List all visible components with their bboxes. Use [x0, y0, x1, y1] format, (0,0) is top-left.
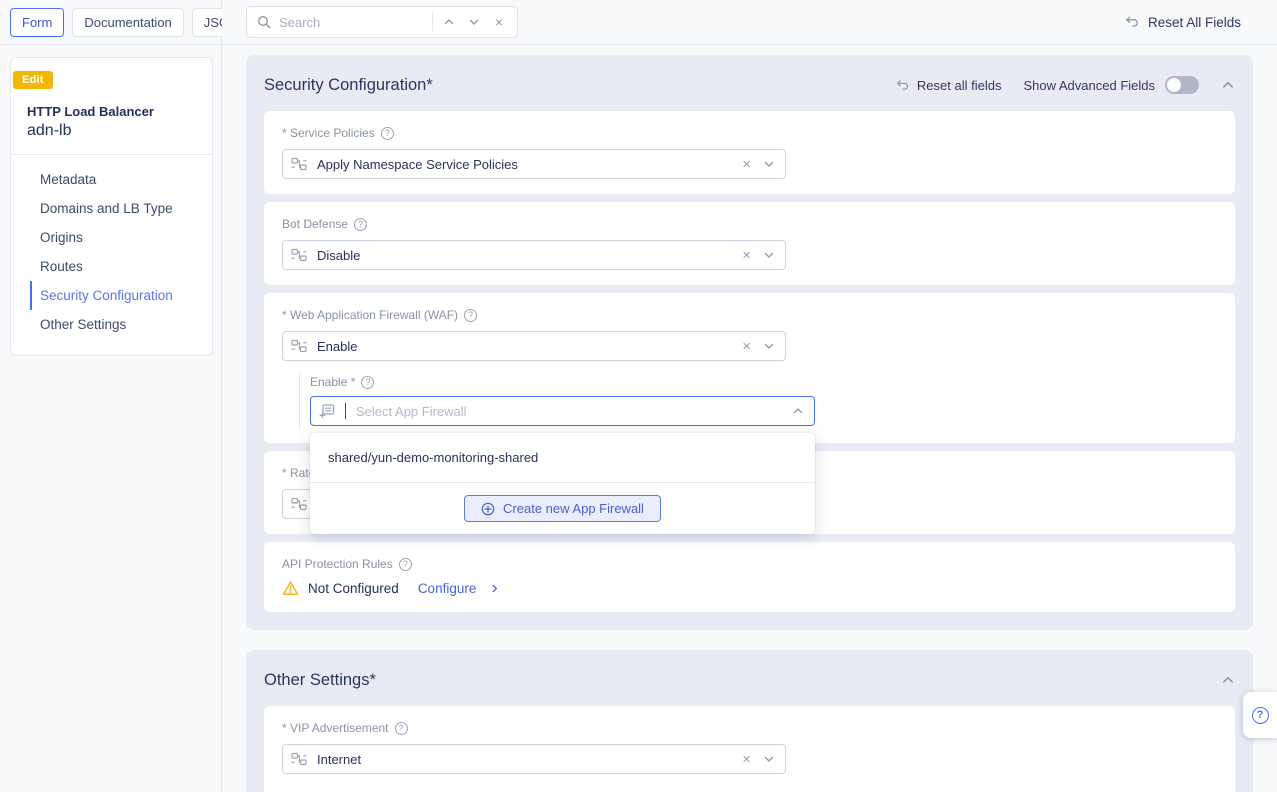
chevron-down-icon[interactable]: [763, 340, 775, 352]
other-settings-header: Other Settings*: [246, 666, 1253, 694]
oneof-selector-icon: [291, 496, 307, 512]
waf-label: * Web Application Firewall (WAF): [282, 308, 458, 322]
app-firewall-combobox: shared/yun-demo-monitoring-shared Create…: [310, 396, 815, 426]
security-section-header: Security Configuration* Reset all fields…: [246, 71, 1253, 99]
api-protection-status: Not Configured: [308, 581, 399, 596]
text-caret: [345, 403, 346, 419]
tab-form[interactable]: Form: [10, 8, 64, 37]
sidebar-divider: [11, 154, 212, 155]
help-icon: ?: [1252, 707, 1269, 724]
chevron-down-icon[interactable]: [763, 249, 775, 261]
other-settings-section: Other Settings* * VIP Advertisement ?: [246, 650, 1253, 792]
chevron-down-icon[interactable]: [763, 753, 775, 765]
search-box[interactable]: ×: [246, 6, 518, 38]
configure-link[interactable]: Configure: [418, 581, 477, 596]
oneof-selector-icon: [291, 247, 307, 263]
sidebar-item-origins[interactable]: Origins: [30, 223, 212, 252]
toggle-knob: [1167, 78, 1181, 92]
form-main: Security Configuration* Reset all fields…: [222, 45, 1277, 792]
oneof-selector-icon: [291, 751, 307, 767]
sidebar-item-routes[interactable]: Routes: [30, 252, 212, 281]
info-icon[interactable]: ?: [354, 218, 367, 231]
waf-select[interactable]: Enable ×: [282, 331, 786, 361]
reset-section-fields-button[interactable]: Reset all fields: [895, 78, 1002, 93]
vip-advertisement-field-card: * VIP Advertisement ? Internet ×: [264, 706, 1235, 792]
view-tabs-bar: Form Documentation JSON: [0, 0, 222, 45]
clear-selection-icon[interactable]: ×: [740, 339, 753, 354]
section-title: Other Settings*: [264, 671, 376, 690]
bot-defense-label: Bot Defense: [282, 217, 348, 231]
api-protection-field-card: API Protection Rules ? Not Configured Co…: [264, 542, 1235, 612]
show-advanced-fields-toggle[interactable]: [1165, 76, 1199, 94]
dropdown-footer: Create new App Firewall: [310, 482, 815, 534]
enable-label: Enable *: [310, 375, 355, 389]
bot-defense-field-card: Bot Defense ? Disable ×: [264, 202, 1235, 285]
collapse-section-icon[interactable]: [1221, 673, 1235, 687]
vip-advertisement-select[interactable]: Internet ×: [282, 744, 786, 774]
undo-icon: [895, 78, 910, 93]
search-divider: [432, 13, 433, 31]
search-icon: [256, 14, 272, 30]
object-nav-card: Edit HTTP Load Balancer adn-lb Metadata …: [10, 57, 213, 356]
app-firewall-select[interactable]: [310, 396, 815, 426]
reset-all-fields-button[interactable]: Reset All Fields: [1124, 14, 1241, 30]
clear-selection-icon[interactable]: ×: [740, 157, 753, 172]
tab-documentation[interactable]: Documentation: [72, 8, 183, 37]
app-firewall-dropdown: shared/yun-demo-monitoring-shared Create…: [310, 433, 815, 534]
search-clear-icon[interactable]: ×: [490, 13, 508, 31]
topbar: × Reset All Fields: [222, 0, 1277, 45]
object-type-label: HTTP Load Balancer: [27, 104, 196, 119]
waf-enable-nested-group: Enable * ?: [299, 373, 1217, 428]
search-input[interactable]: [279, 15, 425, 30]
bot-defense-select[interactable]: Disable ×: [282, 240, 786, 270]
plus-circle-icon: [481, 502, 495, 516]
warning-icon: [282, 580, 299, 597]
undo-icon: [1124, 14, 1140, 30]
collapse-section-icon[interactable]: [1221, 78, 1235, 92]
show-advanced-fields-label: Show Advanced Fields: [1023, 78, 1155, 93]
clear-selection-icon[interactable]: ×: [740, 752, 753, 767]
app-window: Form Documentation JSON × Reset All Fiel…: [0, 0, 1277, 792]
oneof-selector-icon: [291, 156, 307, 172]
service-policies-select[interactable]: Apply Namespace Service Policies ×: [282, 149, 786, 179]
edit-badge: Edit: [13, 71, 53, 89]
create-app-firewall-button[interactable]: Create new App Firewall: [464, 495, 661, 522]
help-button[interactable]: ?: [1243, 692, 1277, 738]
object-name-label: adn-lb: [27, 122, 196, 140]
chevron-right-icon[interactable]: [489, 583, 500, 594]
reset-all-fields-label: Reset All Fields: [1148, 15, 1241, 30]
sidebar: Edit HTTP Load Balancer adn-lb Metadata …: [0, 45, 222, 792]
waf-field-card: * Web Application Firewall (WAF) ? Enabl…: [264, 293, 1235, 443]
sidebar-item-other-settings[interactable]: Other Settings: [30, 310, 212, 339]
sidebar-item-domains-lb-type[interactable]: Domains and LB Type: [30, 194, 212, 223]
app-firewall-input[interactable]: [356, 404, 782, 419]
info-icon[interactable]: ?: [464, 309, 477, 322]
service-policies-field-card: * Service Policies ? Apply Namespace Ser…: [264, 111, 1235, 194]
vip-advertisement-label: * VIP Advertisement: [282, 721, 389, 735]
info-icon[interactable]: ?: [361, 376, 374, 389]
info-icon[interactable]: ?: [381, 127, 394, 140]
chevron-down-icon[interactable]: [763, 158, 775, 170]
sidebar-item-metadata[interactable]: Metadata: [30, 165, 212, 194]
info-icon[interactable]: ?: [395, 722, 408, 735]
search-next-icon[interactable]: [465, 13, 483, 31]
search-prev-icon[interactable]: [440, 13, 458, 31]
info-icon[interactable]: ?: [399, 558, 412, 571]
service-policies-label: * Service Policies: [282, 126, 375, 140]
api-protection-label: API Protection Rules: [282, 557, 393, 571]
sidebar-item-security-configuration[interactable]: Security Configuration: [30, 281, 212, 310]
security-configuration-section: Security Configuration* Reset all fields…: [246, 55, 1253, 630]
oneof-selector-icon: [291, 338, 307, 354]
dropdown-option[interactable]: shared/yun-demo-monitoring-shared: [310, 433, 815, 482]
ref-object-icon: [319, 403, 335, 419]
section-title: Security Configuration*: [264, 76, 433, 95]
chevron-up-icon[interactable]: [792, 405, 804, 417]
clear-selection-icon[interactable]: ×: [740, 248, 753, 263]
